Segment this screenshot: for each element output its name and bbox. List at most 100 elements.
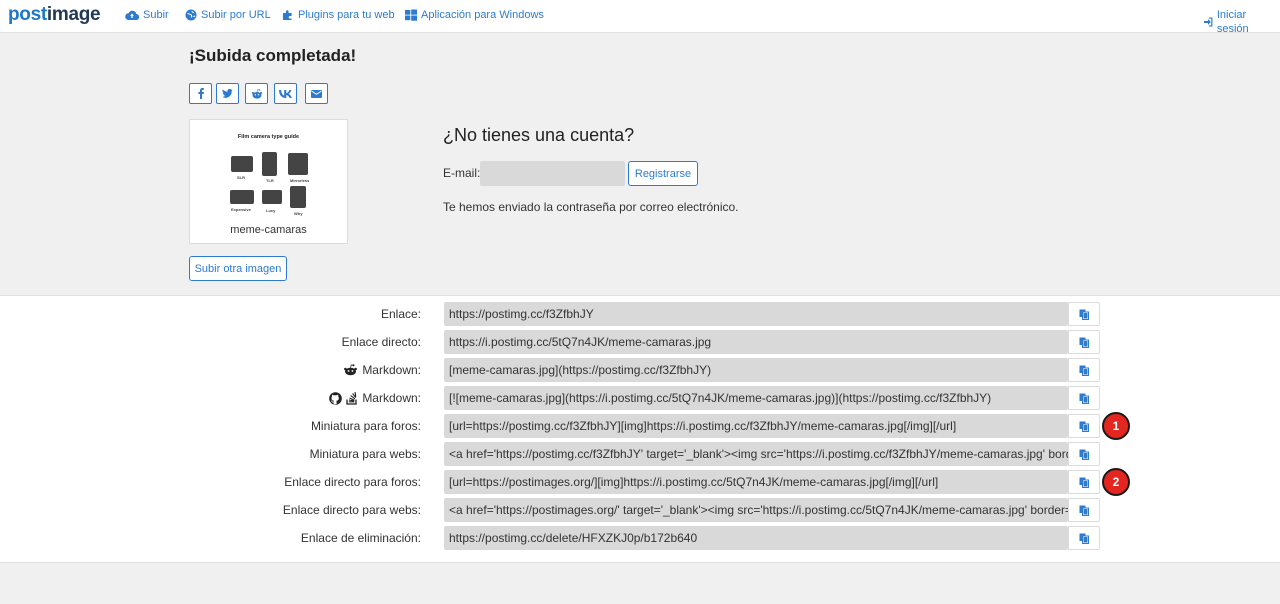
- copy-button-miniatura-para-foros-4[interactable]: [1068, 414, 1100, 438]
- link-field-miniatura-para-webs-5[interactable]: <a href='https://postimg.cc/f3ZfbhJY' ta…: [444, 442, 1068, 466]
- link-field-enlace-directo-1[interactable]: https://i.postimg.cc/5tQ7n4JK/meme-camar…: [444, 330, 1068, 354]
- share-twitter-button[interactable]: [216, 83, 239, 104]
- share-vk-button[interactable]: [274, 83, 297, 104]
- nav-windows-app-label: Aplicación para Windows: [421, 9, 544, 21]
- nav-upload-link[interactable]: Subir: [125, 8, 169, 22]
- nav-upload-url-link[interactable]: Subir por URL: [185, 8, 271, 22]
- top-navbar: postimage Subir Subir por URL Plugins pa…: [0, 0, 1280, 36]
- no-account-heading: ¿No tienes una cuenta?: [443, 125, 635, 145]
- email-icon: [311, 89, 322, 98]
- link-field-markdown-2[interactable]: [meme-camaras.jpg](https://postimg.cc/f3…: [444, 358, 1068, 382]
- row-label-enlace-directo-para-webs-7: Enlace directo para webs:: [283, 498, 421, 522]
- row-label-text: Markdown:: [362, 363, 421, 377]
- twitter-icon: [222, 89, 233, 98]
- row-label-text: Enlace de eliminación:: [300, 531, 421, 545]
- copy-icon: [1079, 365, 1089, 376]
- camera-lucy-image: [262, 190, 282, 204]
- page-title: ¡Subida completada!: [189, 46, 357, 65]
- share-email-button[interactable]: [305, 83, 328, 104]
- share-facebook-button[interactable]: [189, 83, 212, 104]
- row-label-text: Enlace:: [380, 307, 421, 321]
- row-label-enlace-directo-para-foros-6: Enlace directo para foros:: [284, 470, 421, 494]
- copy-button-miniatura-para-webs-5[interactable]: [1068, 442, 1100, 466]
- step-badge-1: 1: [1102, 412, 1130, 440]
- row-label-text: Enlace directo:: [341, 335, 421, 349]
- copy-button-markdown-3[interactable]: [1068, 386, 1100, 410]
- copy-button-enlace-de-eliminacion-8[interactable]: [1068, 526, 1100, 550]
- nav-upload-url-label: Subir por URL: [201, 9, 271, 21]
- thumbnail-label-lucy: Lucy: [266, 208, 276, 213]
- cloud-upload-icon: [125, 10, 139, 21]
- email-field[interactable]: [480, 161, 625, 186]
- password-sent-message: Te hemos enviado la contraseña por corre…: [443, 200, 739, 214]
- row-label-text: Markdown:: [362, 391, 421, 405]
- row-label-enlace-0: Enlace:: [381, 302, 421, 326]
- row-label-text: Miniatura para foros:: [310, 419, 421, 433]
- thumbnail-image[interactable]: SLR TLR Mirrorless Expensive Lucy Why: [228, 150, 312, 220]
- copy-icon: [1079, 393, 1089, 404]
- email-label: E-mail:: [443, 166, 481, 180]
- reddit-icon: [343, 364, 358, 376]
- copy-button-enlace-directo-para-webs-7[interactable]: [1068, 498, 1100, 522]
- copy-button-enlace-directo-para-foros-6[interactable]: [1068, 470, 1100, 494]
- vk-icon: [279, 89, 292, 98]
- sign-in-icon: [1203, 17, 1213, 27]
- link-field-enlace-0[interactable]: https://postimg.cc/f3ZfbhJY: [444, 302, 1068, 326]
- copy-icon: [1079, 309, 1089, 320]
- link-field-enlace-de-eliminacion-8[interactable]: https://postimg.cc/delete/HFXZKJ0p/b172b…: [444, 526, 1068, 550]
- camera-why-image: [290, 186, 306, 208]
- row-label-enlace-directo-1: Enlace directo:: [342, 330, 421, 354]
- link-field-miniatura-para-foros-4[interactable]: [url=https://postimg.cc/f3ZfbhJY][img]ht…: [444, 414, 1068, 438]
- thumbnail-label-slr: SLR: [237, 175, 245, 180]
- windows-icon: [405, 9, 417, 21]
- copy-icon: [1079, 337, 1089, 348]
- row-label-markdown-2: Markdown:: [343, 358, 421, 382]
- link-field-enlace-directo-para-webs-7[interactable]: <a href='https://postimages.org/' target…: [444, 498, 1068, 522]
- upload-another-button[interactable]: Subir otra imagen: [189, 256, 287, 281]
- thumbnail-name: meme-camaras: [230, 224, 307, 236]
- row-label-enlace-de-eliminacion-8: Enlace de eliminación:: [301, 526, 421, 550]
- nav-plugins-link[interactable]: Plugins para tu web: [282, 8, 395, 22]
- nav-login-label: Iniciar sesión: [1216, 9, 1249, 35]
- copy-icon: [1079, 449, 1089, 460]
- row-label-miniatura-para-foros-4: Miniatura para foros:: [311, 414, 421, 438]
- register-button[interactable]: Registrarse: [628, 161, 698, 186]
- globe-icon: [185, 9, 197, 21]
- github-icon: [329, 391, 343, 405]
- copy-icon: [1079, 421, 1089, 432]
- thumbnail-label-expensive: Expensive: [231, 207, 251, 212]
- stackoverflow-icon: [346, 391, 358, 405]
- thumbnail-card[interactable]: Film camera type guide SLR TLR Mirrorles…: [189, 119, 348, 244]
- nav-upload-label: Subir: [143, 9, 169, 21]
- nav-login-link[interactable]: Iniciar sesión: [1203, 8, 1280, 36]
- postimage-logo[interactable]: postimage: [8, 4, 101, 26]
- copy-icon: [1079, 477, 1089, 488]
- step-badge-2: 2: [1102, 468, 1130, 496]
- copy-icon: [1079, 505, 1089, 516]
- puzzle-icon: [283, 10, 292, 20]
- row-label-markdown-3: Markdown:: [329, 386, 421, 410]
- camera-expensive-image: [230, 190, 254, 204]
- thumbnail-label-mirrorless: Mirrorless: [290, 178, 310, 183]
- link-field-markdown-3[interactable]: [![meme-camaras.jpg](https://i.postimg.c…: [444, 386, 1068, 410]
- camera-mirrorless-image: [288, 153, 308, 175]
- facebook-icon: [197, 88, 204, 99]
- row-label-text: Miniatura para webs:: [309, 447, 421, 461]
- row-label-text: Enlace directo para foros:: [284, 475, 421, 489]
- copy-button-enlace-directo-1[interactable]: [1068, 330, 1100, 354]
- share-reddit-button[interactable]: [245, 83, 268, 104]
- nav-windows-app-link[interactable]: Aplicación para Windows: [405, 8, 544, 22]
- copy-button-enlace-0[interactable]: [1068, 302, 1100, 326]
- row-label-text: Enlace directo para webs:: [282, 503, 421, 517]
- copy-button-markdown-2[interactable]: [1068, 358, 1100, 382]
- link-field-enlace-directo-para-foros-6[interactable]: [url=https://postimages.org/][img]https:…: [444, 470, 1068, 494]
- camera-tlr-image: [262, 152, 277, 176]
- reddit-icon: [251, 88, 262, 99]
- thumbnail-label-why: Why: [294, 211, 303, 216]
- thumbnail-label-tlr: TLR: [266, 178, 274, 183]
- thumbnail-heading: Film camera type guide: [237, 134, 300, 140]
- nav-plugins-label: Plugins para tu web: [298, 9, 395, 21]
- copy-icon: [1079, 533, 1089, 544]
- row-label-miniatura-para-webs-5: Miniatura para webs:: [310, 442, 421, 466]
- camera-slr-image: [231, 156, 253, 172]
